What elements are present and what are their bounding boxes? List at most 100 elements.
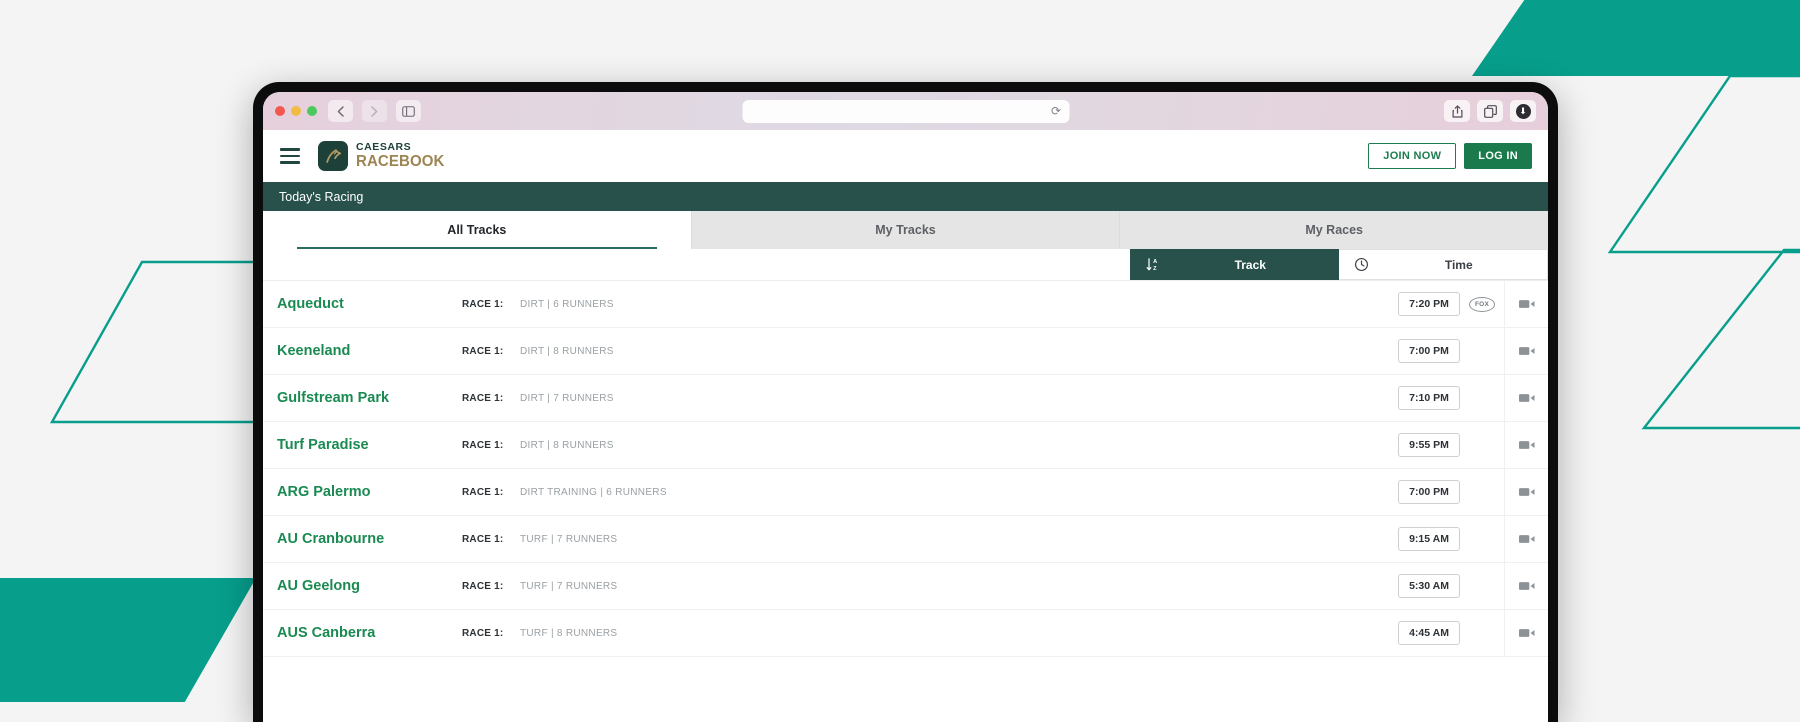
close-window-icon[interactable] [275,106,285,116]
post-time-button[interactable]: 7:10 PM [1398,386,1460,410]
video-camera-icon[interactable] [1504,469,1548,516]
race-surface-runners: DIRT | 6 RUNNERS [520,299,1398,310]
download-button[interactable]: ⬇ [1510,100,1536,122]
forward-button[interactable] [362,100,387,122]
tab-my-races[interactable]: My Races [1120,211,1548,249]
video-camera-icon[interactable] [1504,328,1548,375]
video-camera-icon[interactable] [1504,610,1548,657]
post-time-button[interactable]: 9:15 AM [1398,527,1460,551]
maximize-window-icon[interactable] [307,106,317,116]
todays-racing-bar: Today's Racing [263,182,1548,211]
race-surface-runners: TURF | 7 RUNNERS [520,581,1398,592]
track-name-link[interactable]: ARG Palermo [277,484,462,500]
sort-by-track-button[interactable]: A Z Track [1130,249,1339,280]
post-time-button[interactable]: 5:30 AM [1398,574,1460,598]
race-number-label: RACE 1: [462,393,520,404]
video-camera-icon[interactable] [1504,281,1548,328]
race-surface-runners: TURF | 8 RUNNERS [520,628,1398,639]
race-row-right: 7:20 PM FOX [1398,292,1504,316]
post-time-button[interactable]: 7:00 PM [1398,339,1460,363]
race-row[interactable]: AqueductRACE 1:DIRT | 6 RUNNERS7:20 PM FO… [263,281,1548,328]
race-row[interactable]: Turf ParadiseRACE 1:DIRT | 8 RUNNERS9:55… [263,422,1548,469]
caesars-racebook-logo[interactable]: CAESARS RACEBOOK [318,141,450,171]
horse-head-icon [318,141,348,171]
back-button[interactable] [328,100,353,122]
log-in-button[interactable]: LOG IN [1464,143,1532,169]
broadcast-badge-slot: FOX [1460,297,1504,312]
reload-icon[interactable]: ⟳ [1051,104,1061,118]
clock-icon [1339,257,1385,272]
post-time-button[interactable]: 7:00 PM [1398,480,1460,504]
tab-all-tracks[interactable]: All Tracks [263,211,692,249]
race-number-label: RACE 1: [462,440,520,451]
race-surface-runners: DIRT TRAINING | 6 RUNNERS [520,487,1398,498]
sort-by-time-button[interactable]: Time [1339,249,1549,280]
track-name-link[interactable]: Aqueduct [277,296,462,312]
sort-controls-row: A Z Track Time [263,249,1548,281]
browser-toolbar: ⟳ ⬇ [263,92,1548,130]
post-time-button[interactable]: 4:45 AM [1398,621,1460,645]
race-row-right: 4:45 AM [1398,621,1504,645]
race-row[interactable]: ARG PalermoRACE 1:DIRT TRAINING | 6 RUNN… [263,469,1548,516]
race-surface-runners: DIRT | 8 RUNNERS [520,440,1398,451]
race-row[interactable]: AU CranbourneRACE 1:TURF | 7 RUNNERS9:15… [263,516,1548,563]
header-actions: JOIN NOW LOG IN [1368,143,1532,169]
race-row[interactable]: KeenelandRACE 1:DIRT | 8 RUNNERS7:00 PM [263,328,1548,375]
chevron-right-icon [371,106,378,117]
join-now-button[interactable]: JOIN NOW [1368,143,1456,169]
logo-wordmark: CAESARS RACEBOOK [356,142,450,170]
race-number-label: RACE 1: [462,487,520,498]
minimize-window-icon[interactable] [291,106,301,116]
race-number-label: RACE 1: [462,534,520,545]
race-row[interactable]: Gulfstream ParkRACE 1:DIRT | 7 RUNNERS7:… [263,375,1548,422]
chevron-left-icon [337,106,344,117]
horse-head-glyph [324,147,343,166]
tab-overview-button[interactable] [1477,100,1503,122]
race-number-label: RACE 1: [462,628,520,639]
video-camera-glyph [1519,627,1535,639]
hamburger-menu-icon[interactable] [277,144,303,168]
logo-racebook-text: RACEBOOK [356,154,444,170]
race-number-label: RACE 1: [462,299,520,310]
video-camera-icon[interactable] [1504,375,1548,422]
video-camera-glyph [1519,439,1535,451]
track-name-link[interactable]: AU Cranbourne [277,531,462,547]
video-camera-glyph [1519,580,1535,592]
browser-toolbar-right: ⬇ [1444,100,1536,122]
video-camera-glyph [1519,298,1535,310]
window-traffic-lights [275,106,317,116]
track-tabs: All Tracks My Tracks My Races [263,211,1548,249]
video-camera-glyph [1519,533,1535,545]
video-camera-icon[interactable] [1504,422,1548,469]
sidebar-toggle-button[interactable] [396,100,421,122]
sidebar-toggle-icon [402,106,415,117]
race-row[interactable]: AU GeelongRACE 1:TURF | 7 RUNNERS5:30 AM [263,563,1548,610]
race-number-label: RACE 1: [462,581,520,592]
share-button[interactable] [1444,100,1470,122]
video-camera-glyph [1519,392,1535,404]
track-name-link[interactable]: AUS Canberra [277,625,462,641]
fox-broadcast-badge: FOX [1469,297,1495,312]
sort-alpha-desc-icon: A Z [1130,257,1176,272]
race-list: AqueductRACE 1:DIRT | 6 RUNNERS7:20 PMFO… [263,281,1548,657]
video-camera-icon[interactable] [1504,563,1548,610]
track-name-link[interactable]: AU Geelong [277,578,462,594]
post-time-button[interactable]: 7:20 PM [1398,292,1460,316]
race-surface-runners: TURF | 7 RUNNERS [520,534,1398,545]
post-time-button[interactable]: 9:55 PM [1398,433,1460,457]
track-name-link[interactable]: Turf Paradise [277,437,462,453]
top-right-filled-parallelogram [1472,0,1800,76]
track-name-link[interactable]: Keeneland [277,343,462,359]
address-bar[interactable]: ⟳ [742,100,1069,123]
race-row-right: 9:15 AM [1398,527,1504,551]
race-row-right: 7:00 PM [1398,480,1504,504]
download-icon: ⬇ [1516,104,1531,119]
race-row[interactable]: AUS CanberraRACE 1:TURF | 8 RUNNERS4:45 … [263,610,1548,657]
clock-glyph [1354,257,1369,272]
tab-my-tracks[interactable]: My Tracks [692,211,1121,249]
race-row-right: 5:30 AM [1398,574,1504,598]
track-name-link[interactable]: Gulfstream Park [277,390,462,406]
share-icon [1452,105,1463,118]
video-camera-glyph [1519,345,1535,357]
video-camera-icon[interactable] [1504,516,1548,563]
